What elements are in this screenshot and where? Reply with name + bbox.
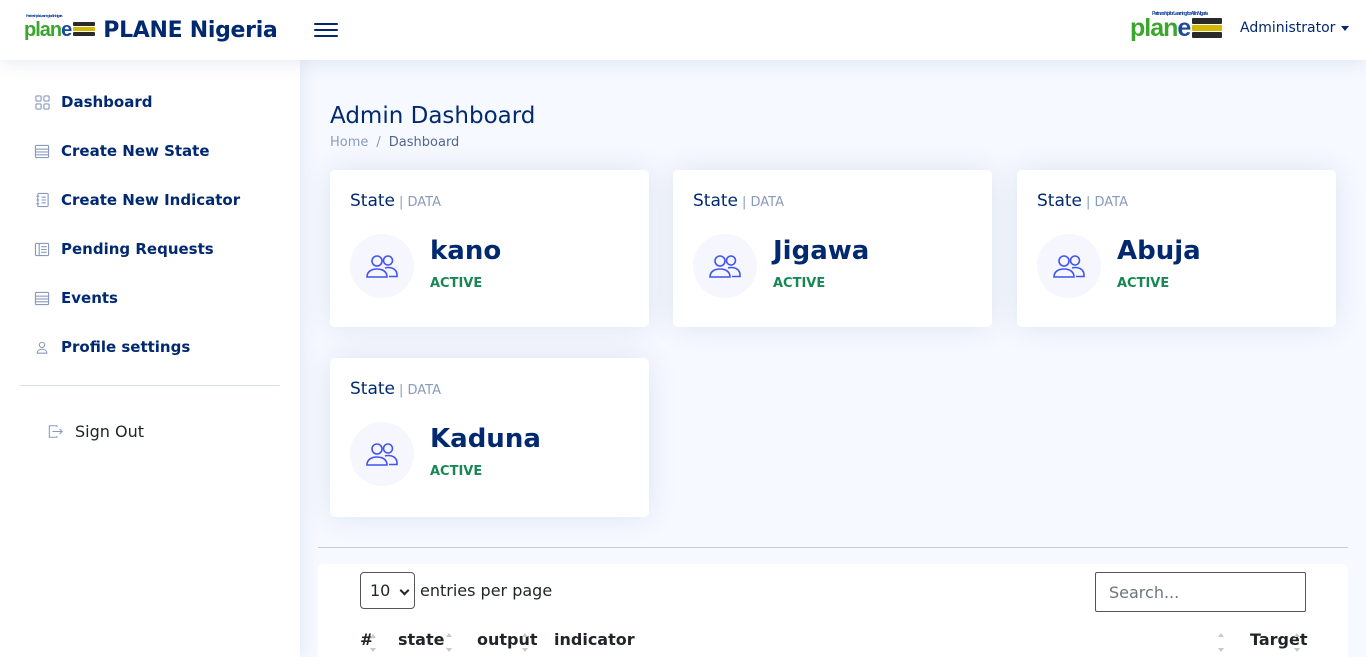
breadcrumb-separator: / (376, 135, 381, 150)
chevron-down-icon (1341, 25, 1350, 31)
sort-desc-icon (446, 648, 452, 652)
card-title: State (693, 191, 738, 211)
sort-desc-icon (1294, 648, 1300, 652)
state-name: Kaduna (430, 424, 541, 454)
state-card-kaduna: State | DATA Kaduna ACTIVE (330, 358, 649, 517)
search-input[interactable]: Search... (1095, 572, 1306, 612)
books-icon (1192, 17, 1223, 40)
sort-asc-icon (1218, 633, 1224, 637)
card-subtitle: | DATA (399, 383, 442, 398)
sidebar-item-label: Pending Requests (61, 240, 214, 258)
logo-tagline: Partnership for Learning for All in Nige… (26, 13, 63, 18)
layout-icon (34, 241, 50, 257)
grid-icon (34, 94, 50, 110)
people-icon (350, 422, 414, 486)
sort-asc-icon (1294, 633, 1300, 637)
sidebar-item-pending-requests[interactable]: Pending Requests (34, 238, 214, 260)
sidebar-item-create-indicator[interactable]: Create New Indicator (34, 189, 240, 211)
status-badge: ACTIVE (430, 464, 483, 479)
state-card-abuja: State | DATA Abuja ACTIVE (1017, 170, 1336, 327)
sidebar-item-events[interactable]: Events (34, 287, 118, 309)
list-icon (34, 143, 50, 159)
state-name: Abuja (1117, 236, 1201, 266)
sign-out-label: Sign Out (75, 421, 144, 441)
entries-label: entries per page (420, 581, 553, 600)
sort-asc-icon (446, 633, 452, 637)
sidebar-item-create-state[interactable]: Create New State (34, 140, 210, 162)
status-badge: ACTIVE (773, 276, 826, 291)
section-divider (318, 547, 1348, 548)
column-header-number[interactable]: # (360, 630, 373, 649)
user-menu[interactable]: Administrator (1240, 20, 1350, 36)
state-name: kano (430, 236, 502, 266)
header-partner-logo: Partnership for Learning for All in Nige… (1130, 11, 1223, 42)
page-size-select[interactable]: 10 (360, 572, 415, 609)
sort-desc-icon (522, 648, 528, 652)
person-icon (34, 339, 50, 355)
column-header-output[interactable]: output (477, 630, 538, 649)
page-size-value: 10 (370, 581, 391, 600)
sidebar-item-label: Events (61, 289, 118, 307)
column-header-indicator[interactable]: indicator (554, 630, 635, 649)
top-header: Partnership for Learning for All in Nige… (0, 0, 1366, 60)
status-badge: ACTIVE (430, 276, 483, 291)
card-subtitle: | DATA (742, 195, 785, 210)
brand-title: PLANE Nigeria (103, 17, 278, 43)
sort-asc-icon (370, 634, 376, 638)
sidebar-toggle-icon[interactable] (314, 19, 338, 41)
sidebar-item-label: Create New State (61, 142, 210, 160)
books-icon (73, 22, 96, 38)
box-arrow-right-icon (48, 423, 64, 439)
sort-asc-icon (522, 633, 528, 637)
entries-selector: 10 entries per page (360, 572, 552, 609)
sort-desc-icon (370, 648, 376, 652)
people-icon (693, 234, 757, 298)
brand-logo[interactable]: Partnership for Learning for All in Nige… (24, 13, 278, 46)
breadcrumb-current: Dashboard (388, 135, 460, 150)
user-name: Administrator (1240, 20, 1336, 36)
card-title: State (350, 379, 395, 399)
plane-logo-wordmark: Partnership for Learning for All in Nige… (1130, 11, 1208, 42)
chevron-down-icon (399, 585, 410, 596)
plane-logo-wordmark: Partnership for Learning for All in Nige… (24, 13, 72, 41)
breadcrumb: Home / Dashboard (330, 135, 459, 150)
card-subtitle: | DATA (399, 195, 442, 210)
state-name: Jigawa (773, 236, 870, 266)
sidebar-item-label: Dashboard (61, 93, 153, 111)
status-badge: ACTIVE (1117, 276, 1170, 291)
people-icon (1037, 234, 1101, 298)
journal-icon (34, 192, 50, 208)
column-header-state[interactable]: state (398, 630, 444, 649)
sidebar-item-profile-settings[interactable]: Profile settings (34, 336, 190, 358)
state-card-kano: State | DATA kano ACTIVE (330, 170, 649, 327)
sidebar: Dashboard Create New State Create New In… (0, 60, 300, 657)
people-icon (350, 234, 414, 298)
sidebar-item-label: Profile settings (61, 338, 191, 356)
sidebar-item-dashboard[interactable]: Dashboard (34, 91, 152, 113)
sort-desc-icon (1218, 648, 1224, 652)
sidebar-item-label: Create New Indicator (61, 191, 241, 209)
breadcrumb-home[interactable]: Home (330, 135, 368, 150)
page-title: Admin Dashboard (330, 103, 536, 129)
data-table-card: 10 entries per page Search... # state ou… (318, 564, 1348, 657)
card-title: State (1037, 191, 1082, 211)
logo-tagline: Partnership for Learning for All in Nige… (1152, 11, 1208, 17)
state-card-jigawa: State | DATA Jigawa ACTIVE (673, 170, 992, 327)
list-icon (34, 290, 50, 306)
sidebar-divider (20, 385, 280, 386)
card-subtitle: | DATA (1086, 195, 1129, 210)
card-title: State (350, 191, 395, 211)
sign-out-button[interactable]: Sign Out (48, 420, 144, 442)
